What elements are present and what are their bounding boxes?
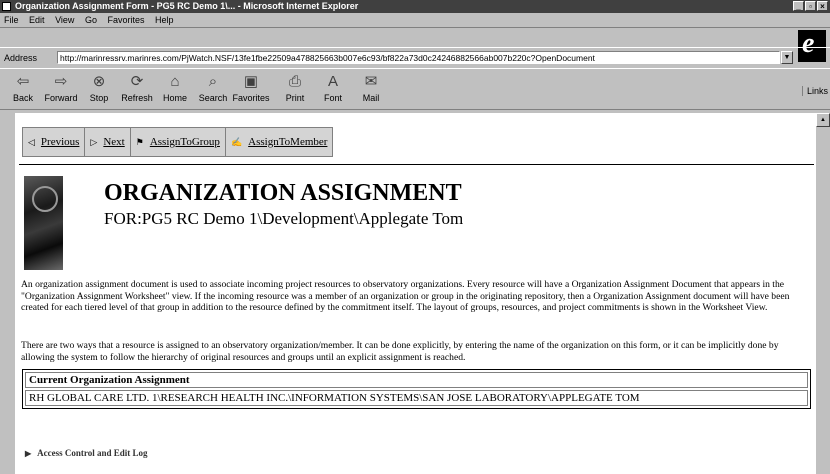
menu-edit[interactable]: Edit [29,15,45,25]
assign-to-group-button[interactable]: ⚑ AssignToGroup [130,128,226,156]
menu-file[interactable]: File [4,15,19,25]
font-icon: A [327,73,338,90]
mail-icon: ✉ [364,73,378,90]
page-subtitle: FOR:PG5 RC Demo 1\Development\Applegate … [104,209,464,228]
observatory-photo [24,176,63,270]
page-content: ◁ Previous ▷ Next ⚑ AssignToGroup ✍ AssignTo… [15,113,816,474]
window-title-bar: Organization Assignment Form - PG5 RC De… [0,0,830,13]
address-bar: Address http://marinressrv.marinres.com/… [0,47,830,69]
forward-arrow-icon: ⇨ [54,73,68,90]
stop-button[interactable]: ⊗ Stop [80,71,118,107]
assign-to-member-button[interactable]: ✍ AssignToMember [225,128,333,156]
menu-go[interactable]: Go [85,15,97,25]
action-bar: ◁ Previous ▷ Next ⚑ AssignToGroup ✍ AssignTo… [22,127,334,157]
favorites-button[interactable]: ▣ Favorites [232,71,270,107]
maximize-button[interactable]: ▫ [805,1,816,11]
page-title: ORGANIZATION ASSIGNMENT [104,180,462,206]
links-toolbar[interactable]: Links [801,86,828,96]
previous-icon: ◁ [28,136,35,147]
next-icon: ▷ [90,136,98,147]
minimize-button[interactable]: _ [793,1,804,11]
menu-favorites[interactable]: Favorites [107,15,144,25]
stop-icon: ⊗ [92,73,106,90]
forward-button[interactable]: ⇨ Forward [42,71,80,107]
expand-triangle-icon[interactable]: ▶ [25,449,31,458]
standard-toolbar: ⇦ Back ⇨ Forward ⊗ Stop ⟳ Refresh ⌂ Home ⌕ Sea… [0,68,830,110]
assignment-value: RH GLOBAL CARE LTD. 1\RESEARCH HEALTH IN… [25,390,808,406]
address-input[interactable]: http://marinressrv.marinres.com/PjWatch.… [57,51,780,64]
font-button[interactable]: A Font [314,71,352,107]
address-dropdown-icon[interactable]: ▼ [781,51,793,64]
next-button[interactable]: ▷ Next [85,128,131,156]
previous-button[interactable]: ◁ Previous [23,128,86,156]
scroll-up-icon[interactable]: ▲ [816,113,830,127]
window-title: Organization Assignment Form - PG5 RC De… [15,1,359,11]
favorites-icon: ▣ [243,73,259,90]
back-arrow-icon: ⇦ [16,73,30,90]
assignment-table: Current Organization Assignment RH GLOBA… [22,369,811,409]
menu-view[interactable]: View [55,15,74,25]
menu-help[interactable]: Help [155,15,174,25]
description-paragraph-1: An organization assignment document is u… [21,279,790,314]
back-button[interactable]: ⇦ Back [4,71,42,107]
home-button[interactable]: ⌂ Home [156,71,194,107]
access-log-section[interactable]: ▶ Access Control and Edit Log [25,448,148,458]
mail-button[interactable]: ✉ Mail [352,71,390,107]
address-label: Address [4,53,38,63]
description-paragraph-2: There are two ways that a resource is as… [21,340,779,363]
printer-icon: ⎙ [288,73,301,90]
assignment-table-header: Current Organization Assignment [25,372,808,388]
member-icon: ✍ [230,136,243,147]
group-icon: ⚑ [135,136,144,147]
home-icon: ⌂ [170,73,180,90]
left-frame-edge [0,113,15,474]
divider [19,164,814,165]
ie-window-icon[interactable] [2,2,11,11]
vertical-scrollbar[interactable]: ▲ [816,113,830,474]
refresh-icon: ⟳ [130,73,144,90]
close-button[interactable]: × [817,1,828,11]
menu-bar: File Edit View Go Favorites Help [0,13,830,28]
search-button[interactable]: ⌕ Search [194,71,232,107]
refresh-button[interactable]: ⟳ Refresh [118,71,156,107]
access-log-label[interactable]: Access Control and Edit Log [37,448,147,458]
print-button[interactable]: ⎙ Print [276,71,314,107]
search-icon: ⌕ [208,73,218,90]
